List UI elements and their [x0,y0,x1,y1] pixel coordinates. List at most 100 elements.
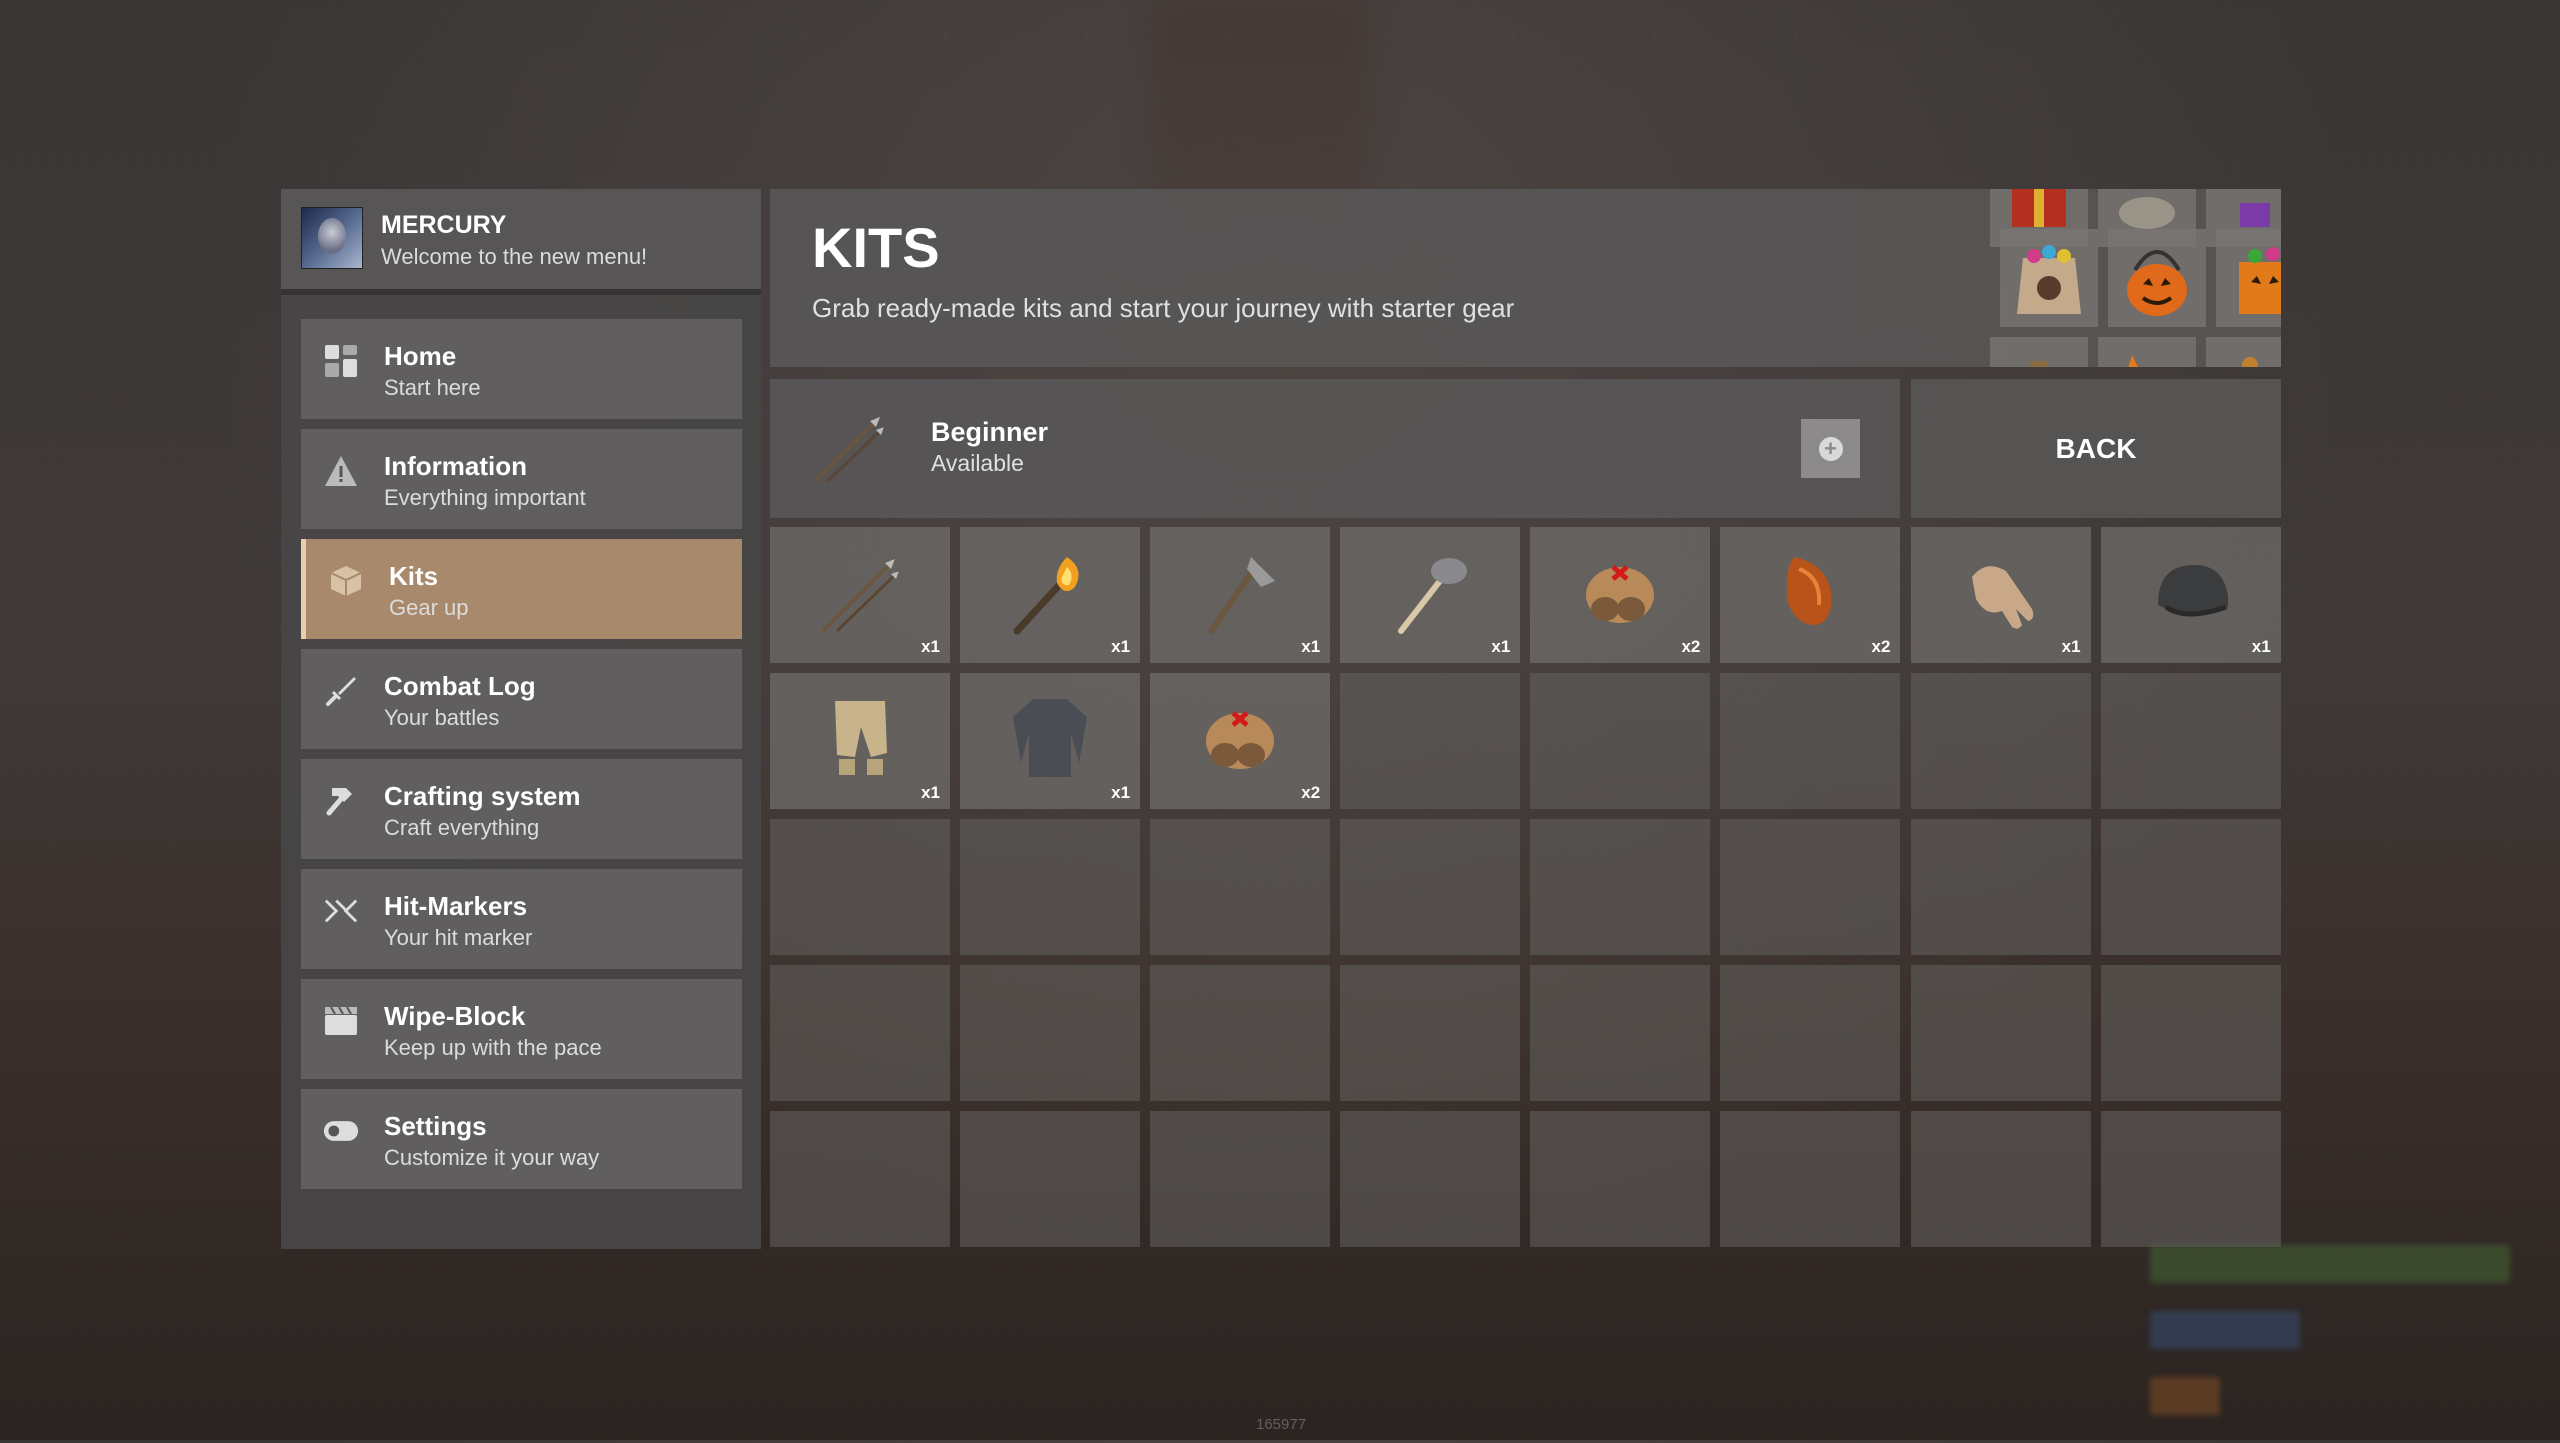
empty-item-slot [1910,1111,2091,1247]
empty-item-slot [1530,1111,1711,1247]
item-quantity: x1 [921,637,940,656]
kit-beginner[interactable]: Beginner Available + [770,379,1900,518]
item-slot[interactable]: x1 [2100,527,2281,663]
page-subtitle: Grab ready-made kits and start your jour… [812,293,1515,323]
profile-name: MERCURY [381,211,507,239]
sidebar-item-sub: Craft everything [384,815,540,840]
empty-item-slot [1340,819,1521,955]
sidebar-item-label: Crafting system [384,781,581,811]
empty-item-slot [1530,819,1711,955]
empty-item-slot [960,1111,1141,1247]
empty-item-slot [1530,673,1711,809]
menu-sidebar: MERCURY Welcome to the new menu! Home St… [281,189,761,1249]
candy-corn-icon [2098,337,2196,367]
hammer-icon [323,783,359,819]
empty-item-slot [960,965,1141,1101]
item-quantity: x1 [1491,637,1511,656]
item-slot[interactable]: x1 [960,673,1141,809]
cooked-meat-icon [1787,557,1832,625]
sidebar-item-combat-log[interactable]: Combat Log Your battles [301,649,742,749]
empty-item-slot [1910,673,2091,809]
empty-item-slot [1910,819,2091,955]
add-kit-button[interactable]: + [1801,419,1860,478]
empty-item-slot [2100,1111,2281,1247]
bandage-roll-icon [1586,565,1655,623]
empty-item-slot [1720,965,1901,1101]
page-title: KITS [812,216,940,279]
empty-item-slot [1150,965,1331,1101]
sidebar-item-label: Home [384,341,457,371]
sidebar-item-settings[interactable]: Settings Customize it your way [301,1089,742,1189]
empty-item-slot [1340,1111,1521,1247]
background-compass: · · · · · · · · [800,22,1800,47]
sidebar-item-crafting[interactable]: Crafting system Craft everything [301,759,742,859]
spear-icon [814,415,886,483]
empty-item-slot [1150,819,1331,955]
avatar [301,207,363,269]
sidebar-item-information[interactable]: Information Everything important [301,429,742,529]
torch-icon [1013,557,1079,635]
crosshair-icon [323,893,359,929]
bandage-roll-icon [1206,711,1275,769]
item-quantity: x1 [921,783,940,802]
pumpkin-bucket-icon [2108,229,2206,327]
item-quantity: x1 [1111,637,1131,656]
sidebar-item-sub: Your battles [384,705,500,730]
empty-item-slot [1340,965,1521,1101]
sidebar-item-sub: Start here [384,375,481,400]
clapperboard-icon [323,1003,359,1039]
glove-icon [1971,566,2033,629]
sidebar-item-home[interactable]: Home Start here [301,319,742,419]
sidebar-item-hit-markers[interactable]: Hit-Markers Your hit marker [301,869,742,969]
sidebar-item-sub: Your hit marker [384,925,533,950]
sidebar-item-label: Kits [389,561,439,591]
shirt-icon [1013,699,1088,777]
item-slot[interactable]: x1 [770,673,950,809]
plus-icon: + [1818,436,1843,461]
cap-icon [2157,565,2228,617]
toggle-icon [323,1113,359,1149]
empty-item-slot [1720,673,1901,809]
footer-id: 165977 [1256,1416,1307,1433]
item-quantity: x2 [1301,783,1321,802]
item-slot[interactable]: x1 [770,527,950,663]
item-slot[interactable]: x1 [1150,527,1331,663]
item-slot[interactable]: x2 [1150,673,1331,809]
sidebar-item-wipe-block[interactable]: Wipe-Block Keep up with the pace [301,979,742,1079]
empty-item-slot [1530,965,1711,1101]
item-quantity: x1 [2251,637,2271,656]
background-status-bars [2150,1245,2510,1443]
empty-item-slot [770,819,950,955]
empty-item-slot [2100,673,2281,809]
empty-item-slot [960,819,1141,955]
item-slot[interactable]: x2 [1720,527,1901,663]
sidebar-item-label: Hit-Markers [384,891,528,921]
empty-item-slot [770,1111,950,1247]
hatchet-icon [1208,557,1276,634]
rock-pickaxe-icon [1398,558,1468,634]
item-quantity: x1 [1301,637,1321,656]
item-quantity: x2 [1681,637,1701,656]
kit-name: Beginner [931,417,1049,447]
spear-icon [821,557,901,633]
empty-item-slot [770,965,950,1101]
sidebar-item-sub: Everything important [384,485,586,510]
item-slot[interactable]: x1 [1910,527,2091,663]
candy-pile-icon [2206,337,2281,367]
empty-item-slot [1720,1111,1901,1247]
sidebar-item-label: Settings [384,1111,487,1141]
sack-icon [1990,337,2088,367]
warning-icon [323,453,359,489]
item-slot[interactable]: x2 [1530,527,1711,663]
item-slot[interactable]: x1 [1340,527,1521,663]
empty-item-slot [2100,965,2281,1101]
item-slot[interactable]: x1 [960,527,1141,663]
profile-header: MERCURY Welcome to the new menu! [281,189,761,295]
back-button[interactable]: BACK [1911,379,2281,518]
sidebar-item-label: Combat Log [384,671,536,701]
kit-items-grid: x1 x1 x1 x1 x2 x2 x1 x1 x1 x1 x2 [770,527,2281,1247]
home-grid-icon [323,343,359,379]
sidebar-item-label: Information [384,451,527,481]
sidebar-nav: Home Start here Information Everything i… [301,319,742,1199]
sidebar-item-kits[interactable]: Kits Gear up [301,539,742,639]
